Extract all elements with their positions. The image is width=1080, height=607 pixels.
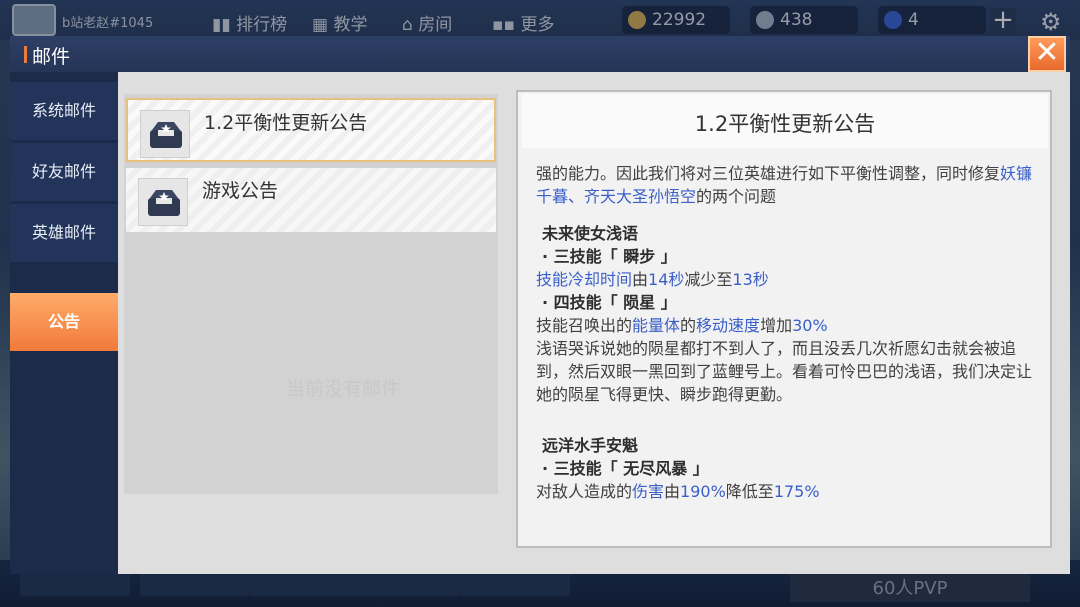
skill-heading: · 三技能「 瞬步 」 — [542, 247, 677, 266]
mailbox-icon — [140, 110, 190, 158]
tab-system-mail[interactable]: 系统邮件 — [10, 82, 118, 140]
empty-list-watermark: 当前没有邮件 — [286, 378, 401, 400]
mail-content-area: 1.2平衡性更新公告 游戏公告 当前没有邮件 1.2平衡性更新公告 强的能力。因… — [118, 72, 1070, 574]
detail-title: 1.2平衡性更新公告 — [694, 112, 876, 136]
detail-body[interactable]: 强的能力。因此我们将对三位英雄进行如下平衡性调整，同时修复妖镰千暮、齐天大圣孙悟… — [536, 162, 1036, 508]
mail-dialog: 邮件 ✕ 系统邮件 好友邮件 英雄邮件 公告 1.2平衡性更新公告 游戏公告 当… — [10, 36, 1070, 574]
skill-change: 对敌人造成的伤害由190%降低至175% — [536, 482, 820, 501]
tab-announcement[interactable]: 公告 — [10, 293, 118, 351]
skill-change: 技能冷却时间由14秒减少至13秒 — [536, 270, 769, 289]
detail-header: 1.2平衡性更新公告 — [522, 94, 1048, 148]
mail-title: 游戏公告 — [202, 180, 279, 202]
hero-story: 浅语哭诉说她的陨星都打不到人了，而且没丢几次祈愿幻击就会被追到，然后双眼一黑回到… — [536, 339, 1033, 404]
close-button[interactable]: ✕ — [1028, 36, 1066, 72]
tab-friend-mail[interactable]: 好友邮件 — [10, 143, 118, 201]
skill-heading: · 四技能「 陨星 」 — [542, 293, 677, 312]
skill-heading: · 三技能「 无尽风暴 」 — [542, 459, 709, 478]
list-item-game-announcement[interactable]: 游戏公告 — [126, 168, 496, 232]
dialog-title: 邮件 — [23, 42, 70, 69]
mailbox-icon — [138, 178, 188, 226]
dialog-header: 邮件 — [10, 36, 1070, 72]
list-item-balance-update[interactable]: 1.2平衡性更新公告 — [126, 98, 496, 162]
mail-category-sidebar: 系统邮件 好友邮件 英雄邮件 公告 — [10, 72, 118, 574]
intro-text: 强的能力。因此我们将对三位英雄进行如下平衡性调整，同时修复妖镰千暮、齐天大圣孙悟… — [536, 164, 1033, 206]
hero-name: 远洋水手安魁 — [542, 436, 639, 455]
mail-list: 1.2平衡性更新公告 游戏公告 当前没有邮件 — [124, 94, 498, 494]
tab-hero-mail[interactable]: 英雄邮件 — [10, 204, 118, 262]
mail-detail-panel: 1.2平衡性更新公告 强的能力。因此我们将对三位英雄进行如下平衡性调整，同时修复… — [516, 90, 1052, 548]
mail-title: 1.2平衡性更新公告 — [204, 112, 368, 134]
skill-change: 技能召唤出的能量体的移动速度增加30% — [536, 316, 828, 335]
hero-name: 未来使女浅语 — [542, 224, 639, 243]
